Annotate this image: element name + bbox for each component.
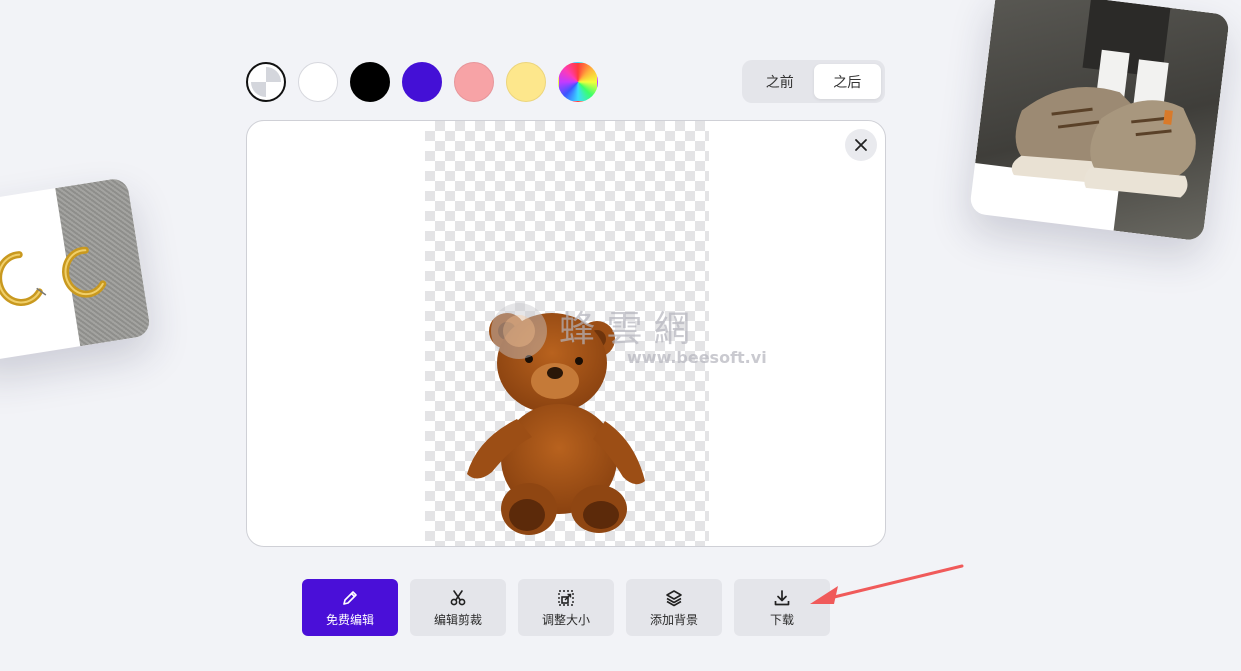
- swatch-custom-color[interactable]: [558, 62, 598, 102]
- annotation-arrow: [810, 564, 964, 604]
- free-edit-label: 免费编辑: [325, 612, 374, 627]
- background-remover-page: 之前 之后 蜂 雲 網 www.beesoft.vip 免费编辑 编辑剪裁 调整…: [0, 0, 1241, 671]
- swatch-white[interactable]: [298, 62, 338, 102]
- toggle-before[interactable]: 之前: [746, 64, 814, 99]
- before-after-toggle: 之前 之后: [742, 60, 885, 103]
- earrings-image: [0, 246, 107, 306]
- close-icon: [855, 139, 867, 151]
- swatch-pink[interactable]: [454, 62, 494, 102]
- swatch-purple[interactable]: [402, 62, 442, 102]
- swatch-black[interactable]: [350, 62, 390, 102]
- toggle-after[interactable]: 之后: [813, 64, 881, 99]
- watermark-url: www.beesoft.vip: [627, 348, 767, 367]
- add-background-label: 添加背景: [649, 612, 698, 627]
- download-icon: [774, 589, 790, 605]
- sample-earrings-card[interactable]: [0, 176, 152, 364]
- close-button[interactable]: [845, 129, 877, 161]
- sample-shoes-card[interactable]: [968, 0, 1231, 242]
- watermark-text: 蜂 雲 網: [559, 309, 690, 350]
- layers-icon: [666, 589, 682, 606]
- background-color-swatches: [246, 62, 598, 102]
- resize-button[interactable]: 调整大小: [518, 579, 614, 636]
- resize-icon: [558, 589, 574, 606]
- result-preview-panel: 蜂 雲 網 www.beesoft.vip: [246, 120, 886, 547]
- crop-edit-label: 编辑剪裁: [433, 612, 482, 627]
- pencil-icon: [343, 590, 357, 605]
- swatch-yellow[interactable]: [506, 62, 546, 102]
- add-background-button[interactable]: 添加背景: [626, 579, 722, 636]
- shoes-image: [1011, 0, 1196, 198]
- download-label: 下载: [769, 612, 794, 627]
- resize-label: 调整大小: [541, 612, 590, 627]
- editor-toolbar: 免费编辑 编辑剪裁 调整大小 添加背景 下载: [302, 579, 830, 636]
- free-edit-button[interactable]: 免费编辑: [302, 579, 398, 636]
- crop-edit-button[interactable]: 编辑剪裁: [410, 579, 506, 636]
- swatch-transparent[interactable]: [246, 62, 286, 102]
- watermark: 蜂 雲 網 www.beesoft.vip: [491, 303, 767, 367]
- scissors-icon: [450, 589, 466, 605]
